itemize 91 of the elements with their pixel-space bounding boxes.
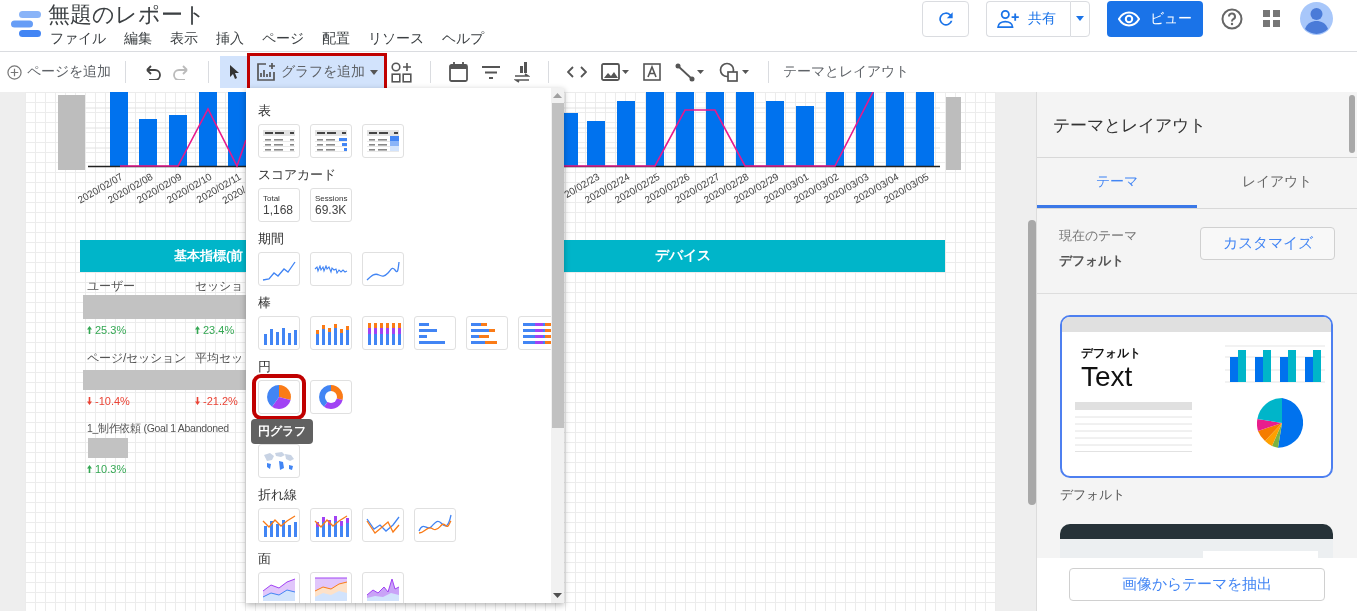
share-menu-button[interactable] [1070,0,1090,37]
add-page-button[interactable]: ページを追加 [4,57,114,87]
image-icon[interactable] [601,63,629,81]
metric-value-bar [88,438,128,458]
metric-change: 10.3% [95,463,127,475]
select-tool-button[interactable] [220,56,250,88]
cursor-icon [229,64,241,80]
view-button[interactable]: ビュー [1107,0,1203,37]
section-header: 基本指標(前 [80,240,246,272]
menu-item[interactable]: 編集 [124,29,152,47]
menu-item[interactable]: ヘルプ [442,29,484,47]
scroll-down-icon[interactable] [553,593,562,598]
metric-label: セッショ [195,277,244,295]
trend-up-icon [195,326,200,334]
metric-label: ユーザー [87,277,136,295]
filter-icon[interactable] [482,65,500,79]
current-theme-name: デフォルト [1059,251,1125,270]
scrollbar-thumb[interactable] [1028,220,1036,505]
menu-item[interactable]: 挿入 [216,29,244,47]
chart-bar [766,101,784,166]
chart-bar [139,119,157,166]
menu-section-heading: スコアカード [258,166,337,184]
extract-theme-button[interactable]: 画像からテーマを抽出 [1069,568,1325,601]
code-icon[interactable] [567,66,587,78]
metric-label: 1_制作依頼 (Goal 1 Abandoned [87,422,229,436]
caret-icon [370,69,378,75]
chart-type-option[interactable] [362,124,404,158]
metric-change: 25.3% [95,324,127,336]
menu-section-heading: 円 [258,358,272,376]
chart-type-option[interactable] [518,316,551,350]
scorecard-option[interactable]: Total 1,168 [258,188,300,222]
chart-bar [796,106,814,166]
scroll-up-icon[interactable] [553,93,562,98]
theme-card[interactable]: デフォルト Text [1060,315,1333,478]
chart-bar [587,121,605,166]
menu-section-heading: 面 [258,550,272,568]
scrollbar-thumb[interactable] [551,103,564,428]
calendar-icon[interactable] [449,62,468,82]
chart-type-option[interactable] [310,380,352,414]
add-chart-icon [256,62,276,82]
report-title[interactable]: 無題のレポート [48,2,484,28]
theme-sample-text: Text [1081,362,1134,392]
apps-icon[interactable] [1263,10,1280,27]
chart-type-option[interactable] [310,508,352,542]
tooltip: 円グラフ [251,419,313,444]
menu-section-heading: 表 [258,102,272,120]
metric-label: ページ/セッション [87,349,188,367]
section-header: デバイス [563,240,945,272]
shapes-icon[interactable] [719,62,750,82]
menu-item[interactable]: 配置 [322,29,350,47]
menu-item[interactable]: ファイル [50,29,106,47]
line-icon[interactable] [675,62,705,82]
menu-section-heading: 期間 [258,230,285,248]
data-control-icon[interactable] [514,61,530,83]
eye-icon [1118,10,1140,27]
line-chart-icon [314,264,348,274]
menu-item[interactable]: 表示 [170,29,198,47]
trend-up-icon [87,326,92,334]
menu-item[interactable]: ページ [262,29,304,47]
current-theme-label: 現在のテーマ [1059,227,1137,245]
menu-section-heading: 折れ線 [258,486,298,504]
help-icon[interactable] [1221,7,1243,30]
trend-down-icon [195,397,200,405]
chart-type-option[interactable] [258,124,300,158]
metric-change: 23.4% [203,324,235,336]
metric-change: -21.2% [203,395,238,407]
scorecard-option[interactable]: Sessions 69.3K [310,188,352,222]
share-button[interactable]: 共有 [986,0,1070,37]
trend-down-icon [87,397,92,405]
menu-item[interactable]: リソース [368,29,424,47]
refresh-button[interactable] [922,0,969,37]
trend-up-icon [87,465,92,473]
add-chart-button[interactable]: グラフを追加 [250,56,384,88]
theme-name: デフォルト [1060,486,1126,504]
text-box-icon[interactable] [643,63,661,81]
logo-icon [11,10,41,37]
add-person-icon [997,9,1019,28]
caret-icon [1076,16,1084,21]
metric-change: -10.4% [95,395,130,407]
chart-bar [169,115,187,166]
avatar-icon[interactable] [1300,2,1333,35]
theme-layout-button[interactable]: テーマとレイアウト [780,57,912,87]
scrollbar-thumb[interactable] [1349,95,1355,153]
theme-sample-heading: デフォルト [1081,345,1142,362]
add-component-icon[interactable] [391,61,412,83]
menu-section-heading: 棒 [258,294,272,312]
chart-type-option[interactable] [310,124,352,158]
panel-tab[interactable]: レイアウト [1197,158,1357,208]
chart-type-option[interactable] [362,316,404,350]
add-icon [7,64,22,80]
chart-bar [617,101,635,166]
